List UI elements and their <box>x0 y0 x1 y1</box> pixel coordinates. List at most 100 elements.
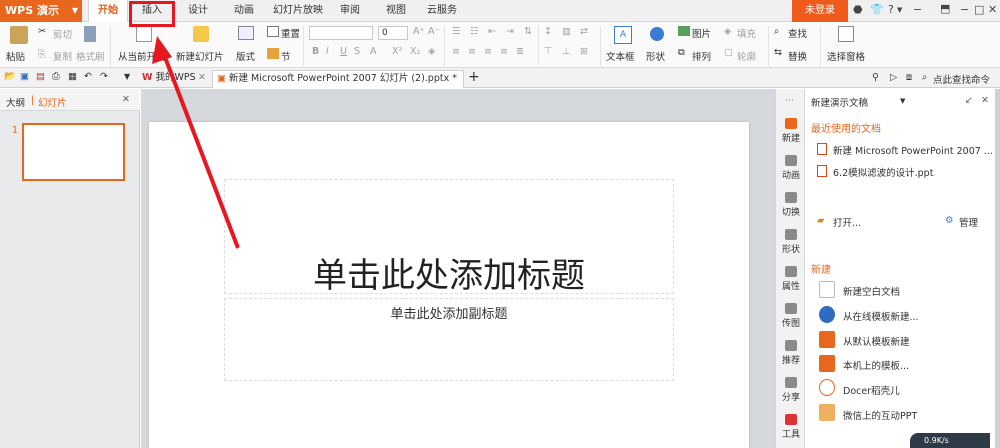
side-shape[interactable]: 形状 <box>776 229 806 255</box>
maximize-icon[interactable]: □ <box>974 3 984 16</box>
side-share[interactable]: 分享 <box>776 377 806 403</box>
tab-home[interactable]: 开始 <box>88 0 128 23</box>
open-icon[interactable]: 📂 <box>4 71 16 82</box>
align-middle-icon[interactable]: ⊥ <box>562 46 570 57</box>
align-left-icon[interactable]: ≡ <box>452 46 460 57</box>
format-painter-button[interactable]: 格式刷 <box>76 49 105 63</box>
collapse-icon[interactable]: ↙ <box>965 95 973 106</box>
strikethrough-icon[interactable]: S <box>354 46 360 57</box>
command-search-input[interactable]: 点此查找命令 <box>933 72 990 86</box>
tab-animation[interactable]: 动画 <box>224 0 264 22</box>
arrange-button[interactable]: 排列 <box>692 49 711 63</box>
right-collapse-strip[interactable] <box>995 89 1000 448</box>
section-button[interactable]: 节 <box>281 49 291 63</box>
tab-outline[interactable]: 大纲 <box>6 95 25 109</box>
tab-slideshow[interactable]: 幻灯片放映 <box>268 0 328 22</box>
justify-icon[interactable]: ≡ <box>500 46 508 57</box>
side-new[interactable]: 新建 <box>776 118 806 144</box>
local-template-link[interactable]: 本机上的模板... <box>843 358 909 372</box>
italic-icon[interactable]: I <box>326 46 329 57</box>
layout-toggle-icon[interactable]: ⧈ <box>906 72 912 83</box>
save-icon[interactable]: ▣ <box>20 71 29 82</box>
tab-slides[interactable]: 幻灯片 <box>38 95 67 109</box>
side-animation[interactable]: 动画 <box>776 155 806 181</box>
numbering-icon[interactable]: ☷ <box>470 26 479 37</box>
superscript-icon[interactable]: X² <box>392 46 402 57</box>
share-icon[interactable]: ▷ <box>890 72 897 83</box>
subscript-icon[interactable]: X₂ <box>410 46 420 57</box>
new-from-default-link[interactable]: 从默认模板新建 <box>843 334 910 348</box>
outline-button[interactable]: 轮廓 <box>737 49 756 63</box>
find-button[interactable]: 查找 <box>788 26 807 40</box>
cut-button[interactable]: 剪切 <box>53 27 72 41</box>
side-upload-image[interactable]: 传图 <box>776 303 806 329</box>
help-icon[interactable]: ? <box>888 3 894 16</box>
from-current-button[interactable]: 从当前开始 <box>118 49 166 63</box>
select-pane-button[interactable]: 选择窗格 <box>827 49 865 63</box>
layout-button[interactable]: 版式 <box>236 49 255 63</box>
close-icon[interactable]: ✕ <box>981 95 989 106</box>
side-properties[interactable]: 属性 <box>776 266 806 292</box>
align-top-icon[interactable]: ⊤ <box>544 46 552 57</box>
side-transition[interactable]: 切换 <box>776 192 806 218</box>
recent-file-1[interactable]: 新建 Microsoft PowerPoint 2007 ... <box>833 143 993 157</box>
close-icon[interactable]: ✕ <box>988 3 997 16</box>
restore-ribbon-icon[interactable]: ⬒ <box>940 2 950 15</box>
increase-indent-icon[interactable]: ⇥ <box>506 26 514 37</box>
preview-icon[interactable]: ▦ <box>68 71 77 82</box>
manage-link[interactable]: 管理 <box>959 215 978 229</box>
smart-art-icon[interactable]: ⊞ <box>580 46 588 57</box>
font-size-input[interactable]: 0 <box>378 26 408 40</box>
open-link[interactable]: 打开... <box>833 215 861 229</box>
chevron-down-icon[interactable]: ▼ <box>897 6 902 14</box>
bullets-icon[interactable]: ☰ <box>452 26 461 37</box>
doc-tab-my-wps[interactable]: W 我的WPS ✕ <box>138 70 210 88</box>
distribute-icon[interactable]: ≣ <box>516 46 524 57</box>
align-center-icon[interactable]: ≡ <box>468 46 476 57</box>
side-recommend[interactable]: 推荐 <box>776 340 806 366</box>
tab-review[interactable]: 审阅 <box>332 0 368 22</box>
skin-icon[interactable]: ⬣ <box>853 3 863 16</box>
new-slide-button[interactable]: 新建幻灯片 <box>176 49 224 63</box>
export-pdf-icon[interactable]: ▤ <box>36 71 45 82</box>
text-direction-icon[interactable]: ⇄ <box>580 26 588 37</box>
tab-cloud[interactable]: 云服务 <box>420 0 464 22</box>
decrease-indent-icon[interactable]: ⇤ <box>488 26 496 37</box>
reset-button[interactable]: 重置 <box>281 26 300 40</box>
recent-file-2[interactable]: 6.2模拟滤波的设计.ppt <box>833 165 933 179</box>
close-icon[interactable]: ✕ <box>122 94 130 105</box>
picture-button[interactable]: 图片 <box>692 26 711 40</box>
line-spacing-icon[interactable]: ↕ <box>544 26 552 37</box>
app-menu-button[interactable]: WPS 演示 ▼ <box>0 0 82 22</box>
new-blank-link[interactable]: 新建空白文档 <box>843 284 900 298</box>
font-color-icon[interactable]: A <box>370 46 377 57</box>
replace-button[interactable]: 替换 <box>788 49 807 63</box>
tab-design[interactable]: 设计 <box>178 0 218 22</box>
font-name-input[interactable] <box>309 26 373 40</box>
align-right-icon[interactable]: ≡ <box>484 46 492 57</box>
side-tools[interactable]: 工具 <box>776 414 806 440</box>
clear-format-icon[interactable]: ◈ <box>428 46 435 57</box>
paste-button[interactable]: 粘贴 <box>6 49 25 63</box>
underline-icon[interactable]: U <box>340 46 347 57</box>
title-placeholder[interactable]: 单击此处添加标题 <box>224 179 674 296</box>
close-icon[interactable]: ✕ <box>198 70 206 86</box>
copy-button[interactable]: 复制 <box>53 49 72 63</box>
more-icon[interactable]: ⋯ <box>785 95 795 106</box>
shape-button[interactable]: 形状 <box>646 49 665 63</box>
shrink-font-icon[interactable]: A⁻ <box>428 26 440 37</box>
redo-icon[interactable]: ↷ <box>100 71 108 82</box>
login-button[interactable]: 未登录 <box>792 0 848 22</box>
fill-button[interactable]: 填充 <box>737 26 756 40</box>
chevron-down-icon[interactable]: ▼ <box>900 97 905 105</box>
tab-view[interactable]: 视图 <box>378 0 414 22</box>
sort-icon[interactable]: ⇅ <box>524 26 532 37</box>
docer-link[interactable]: Docer稻壳儿 <box>843 383 900 397</box>
minimize-icon[interactable]: − <box>960 3 969 16</box>
bold-icon[interactable]: B <box>312 46 319 57</box>
shirt-icon[interactable]: 👕 <box>870 3 884 16</box>
chevron-down-icon[interactable]: ▼ <box>124 72 130 81</box>
print-icon[interactable]: ⎙ <box>52 71 60 82</box>
new-from-online-link[interactable]: 从在线模板新建... <box>843 309 919 323</box>
pin-icon[interactable]: ⚲ <box>872 72 879 83</box>
